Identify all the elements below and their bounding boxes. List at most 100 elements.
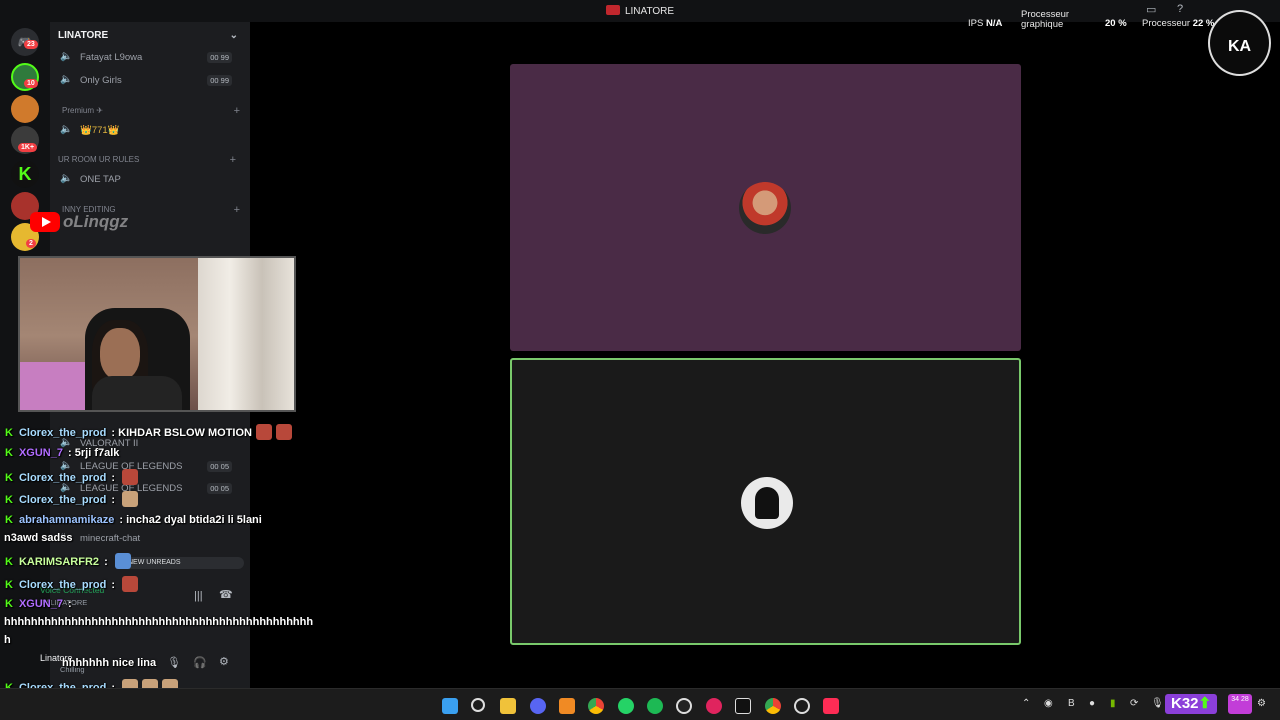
- category-ur-room[interactable]: UR ROOM UR RULES +: [58, 154, 242, 166]
- ips-stat: IPS N/A: [968, 18, 1002, 29]
- disconnect-icon[interactable]: ☎: [219, 588, 233, 601]
- windows-start-icon[interactable]: [442, 698, 458, 714]
- voice-channel[interactable]: 🔈 👑771👑: [58, 123, 242, 139]
- chat-username: XGUN_7: [18, 447, 63, 459]
- chat-message-continuation: h: [4, 634, 11, 646]
- secondary-counter: 34 28: [1228, 694, 1252, 714]
- kick-icon: K: [5, 598, 13, 610]
- kick-server-icon[interactable]: K: [11, 160, 39, 188]
- chat-message: KClorex_the_prod :: [5, 576, 139, 592]
- ips-label: IPS: [968, 18, 984, 29]
- channel-name: minecraft-chat: [80, 533, 141, 544]
- webcam-curtain: [198, 258, 294, 410]
- tray-icon-3[interactable]: ●: [1089, 698, 1095, 709]
- help-icon[interactable]: ?: [1177, 3, 1183, 15]
- spotify-icon[interactable]: [647, 698, 663, 714]
- sync-icon[interactable]: ⟳: [1130, 698, 1138, 709]
- chat-message-continuation: hhhhhhh nice lina: [62, 657, 156, 669]
- user-count: 00 99: [207, 52, 232, 63]
- speaker-icon: 🔈: [60, 173, 73, 184]
- plus-icon[interactable]: +: [234, 105, 240, 117]
- monitor-icon[interactable]: ▭: [1146, 3, 1156, 16]
- obs-icon[interactable]: [676, 698, 692, 714]
- noise-suppression-icon[interactable]: |||: [194, 590, 203, 602]
- app-icon-orange[interactable]: [559, 698, 575, 714]
- user-count: 00 05: [207, 483, 232, 494]
- app-icon-red[interactable]: [706, 698, 722, 714]
- emote-icon: [122, 469, 139, 485]
- ips-value: N/A: [985, 18, 1003, 29]
- settings-gear-icon[interactable]: ⚙: [219, 655, 229, 668]
- chat-text: KIHDAR BSLOW MOTION: [118, 427, 252, 439]
- chat-username: Clorex_the_prod: [18, 494, 107, 506]
- app-icon-gear[interactable]: [794, 698, 810, 714]
- emote-icon: [122, 576, 139, 592]
- plus-icon[interactable]: +: [234, 204, 240, 216]
- gpu-stat-value: 20 %: [1105, 18, 1127, 29]
- voice-channel[interactable]: 🔈 Fatayat L9owa 00 99: [58, 50, 242, 66]
- server-name: LINATORE: [58, 30, 109, 41]
- discord-icon[interactable]: [530, 698, 546, 714]
- title-bar: LINATORE: [0, 0, 1280, 22]
- chat-username: XGUN_7: [18, 598, 63, 610]
- youtube-icon: [30, 212, 60, 232]
- chevron-down-icon: ⌄: [229, 30, 238, 41]
- chat-text: hhhhhhh nice lina: [62, 657, 157, 669]
- channel-name: Fatayat L9owa: [80, 52, 143, 63]
- chat-username: Clorex_the_prod: [18, 579, 107, 591]
- kick-icon: K: [5, 472, 13, 484]
- new-unreads-pill[interactable]: NEW UNREADS: [118, 557, 244, 569]
- whatsapp-icon[interactable]: [618, 698, 634, 714]
- flag-icon: [605, 5, 620, 15]
- server-badge-6: 2: [26, 239, 36, 248]
- chat-username: Clorex_the_prod: [18, 472, 107, 484]
- chat-username: abrahamnamikaze: [18, 514, 115, 526]
- participant-avatar: [739, 182, 791, 234]
- chat-username: KARIMSARFR2: [18, 556, 100, 568]
- headphones-icon[interactable]: 🎧: [193, 656, 207, 669]
- chrome-icon[interactable]: [588, 698, 604, 714]
- nvidia-icon[interactable]: ▮: [1110, 698, 1116, 709]
- tray-icon-end[interactable]: ⚙: [1257, 698, 1266, 709]
- chat-text: incha2 dyal btida2i li 5lani: [126, 514, 262, 526]
- kick-icon: K: [5, 556, 13, 568]
- plus-icon[interactable]: +: [230, 154, 236, 166]
- chat-message: K KARIMSARFR2 :: [5, 553, 131, 569]
- microphone-tray-icon[interactable]: 🎙: [1151, 698, 1164, 709]
- category-premium[interactable]: Premium ✈ +: [62, 105, 246, 117]
- server-icon-2[interactable]: [11, 95, 39, 123]
- voice-participant-tile[interactable]: [510, 64, 1021, 351]
- window-title: LINATORE: [0, 5, 1280, 17]
- microphone-icon[interactable]: 🎙: [167, 656, 181, 669]
- speaker-icon: 🔈: [60, 74, 73, 85]
- chrome-profile-icon[interactable]: [765, 698, 781, 714]
- chat-message: K XGUN_7 : 5rji f7alk: [5, 447, 120, 459]
- chat-username: Clorex_the_prod: [18, 427, 107, 439]
- category-name: UR ROOM UR RULES: [58, 155, 140, 164]
- chevron-up-icon[interactable]: ⌃: [1022, 698, 1030, 709]
- voice-channel[interactable]: 🔈 Only Girls 00 99: [58, 73, 242, 89]
- voice-participant-tile-speaking[interactable]: [510, 358, 1021, 645]
- tray-icon-1[interactable]: ◉: [1044, 698, 1053, 709]
- cpu-stat: Processeur 22 %: [1142, 18, 1214, 29]
- webcam-person-hoodie: [92, 376, 182, 410]
- tiktok-icon[interactable]: [823, 698, 839, 714]
- server-header[interactable]: LINATORE ⌄: [58, 30, 242, 41]
- kick-count: 32: [1181, 695, 1199, 712]
- participant-avatar: [741, 477, 793, 529]
- voice-channel[interactable]: 🔈 ONE TAP: [58, 172, 242, 188]
- file-explorer-icon[interactable]: [500, 698, 516, 714]
- speaker-icon: 🔈: [60, 51, 73, 62]
- chat-message: K Clorex_the_prod : KIHDAR BSLOW MOTION: [5, 424, 292, 440]
- cpu-label: Processeur: [1142, 18, 1191, 29]
- bluetooth-icon[interactable]: B: [1068, 698, 1075, 709]
- user-count: 00 05: [207, 461, 232, 472]
- text-channel[interactable]: # minecraft-chat: [58, 531, 242, 547]
- capcut-icon[interactable]: [735, 698, 751, 714]
- search-icon[interactable]: [471, 698, 485, 712]
- kick-icon: K: [5, 494, 13, 506]
- emote-icon: [122, 491, 139, 507]
- webcam-person-face: [100, 328, 140, 380]
- gpu-label-2: graphique: [1021, 19, 1064, 30]
- channel-logo: KA: [1208, 10, 1271, 76]
